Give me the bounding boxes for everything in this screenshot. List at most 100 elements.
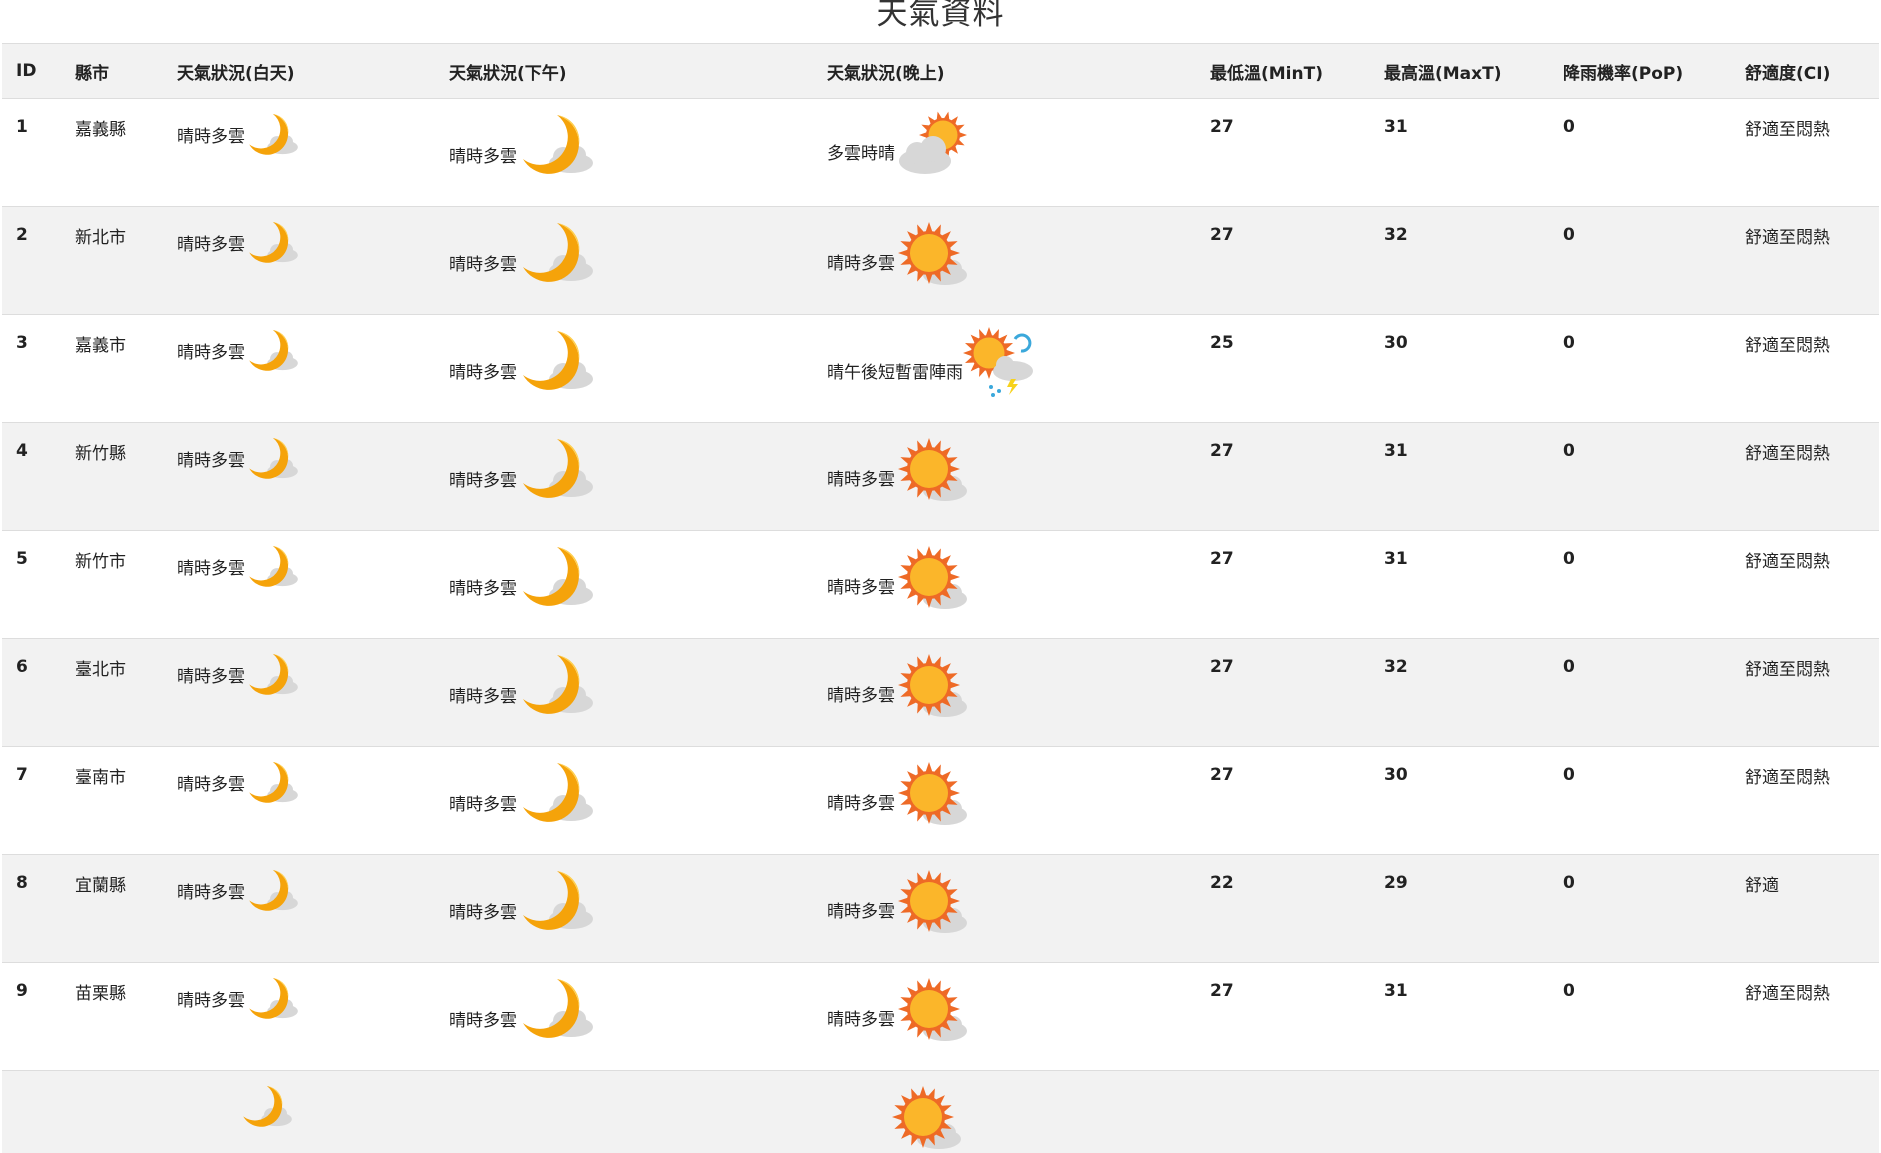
wx-day-text: 晴時多雲: [177, 338, 245, 363]
wx-afternoon-text: 晴時多雲: [449, 574, 517, 599]
row-max-temp: 31: [1370, 423, 1549, 531]
row-wx-afternoon: 晴時多雲: [435, 855, 813, 963]
row-ci: 舒適至悶熱: [1731, 639, 1879, 747]
row-wx-night: 晴時多雲: [813, 423, 1196, 531]
row-wx-day: 晴時多雲: [163, 99, 435, 207]
sun-cloud-icon: [895, 867, 971, 937]
wx-afternoon-text: 晴時多雲: [449, 790, 517, 815]
row-max-temp: 32: [1370, 639, 1549, 747]
row-min-temp: 27: [1196, 747, 1370, 855]
row-wx-night: 晴時多雲: [813, 963, 1196, 1071]
row-id: 6: [2, 639, 61, 747]
wx-night-text: 晴時多雲: [827, 897, 895, 922]
row-city: 新竹縣: [61, 423, 163, 531]
row-max-temp: 29: [1370, 855, 1549, 963]
row-pop: 0: [1549, 99, 1731, 207]
col-header-wx-night: 天氣狀況(晚上): [813, 44, 1196, 99]
row-id: 9: [2, 963, 61, 1071]
row-min-temp: 27: [1196, 207, 1370, 315]
row-pop: 0: [1549, 423, 1731, 531]
col-header-city: 縣市: [61, 44, 163, 99]
col-header-pop: 降雨機率(PoP): [1549, 44, 1731, 99]
row-wx-day: 晴時多雲: [163, 423, 435, 531]
row-min-temp: 27: [1196, 423, 1370, 531]
row-ci: 舒適至悶熱: [1731, 315, 1879, 423]
row-ci: 舒適至悶熱: [1731, 99, 1879, 207]
table-row: 6 臺北市 晴時多雲 晴時多雲 晴時多雲: [2, 639, 1879, 747]
wx-afternoon-text: 晴時多雲: [449, 1006, 517, 1031]
row-pop: 0: [1549, 963, 1731, 1071]
wx-night-text: 晴午後短暫雷陣雨: [827, 358, 963, 383]
wx-night-text: 多雲時晴: [827, 139, 895, 164]
table-header-row: ID 縣市 天氣狀況(白天) 天氣狀況(下午) 天氣狀況(晚上) 最低溫(Min…: [2, 44, 1879, 99]
wx-night-text: 晴時多雲: [827, 1005, 895, 1030]
row-wx-day: 晴時多雲: [163, 747, 435, 855]
row-wx-day: 晴時多雲: [163, 639, 435, 747]
sun-cloud-icon: [895, 435, 971, 505]
moon-cloud-icon: [517, 435, 599, 501]
wx-afternoon-text: 晴時多雲: [449, 898, 517, 923]
row-wx-night: 晴時多雲: [813, 639, 1196, 747]
row-wx-day: 晴時多雲: [163, 207, 435, 315]
moon-cloud-icon: [245, 975, 302, 1021]
row-wx-day: 晴時多雲: [163, 315, 435, 423]
wx-day-text: 晴時多雲: [177, 554, 245, 579]
row-city: 宜蘭縣: [61, 855, 163, 963]
row-min-temp: 22: [1196, 855, 1370, 963]
row-ci: 舒適至悶熱: [1731, 207, 1879, 315]
wx-day-text: 晴時多雲: [177, 230, 245, 255]
row-id: 1: [2, 99, 61, 207]
row-ci: 舒適: [1731, 855, 1879, 963]
weather-table: ID 縣市 天氣狀況(白天) 天氣狀況(下午) 天氣狀況(晚上) 最低溫(Min…: [2, 43, 1879, 1153]
wx-afternoon-text: 晴時多雲: [449, 358, 517, 383]
col-header-ci: 舒適度(CI): [1731, 44, 1879, 99]
moon-cloud-icon: [517, 327, 599, 393]
wx-day-text: 晴時多雲: [177, 770, 245, 795]
wx-day-text: 晴時多雲: [177, 878, 245, 903]
row-wx-night: 多雲時晴: [813, 99, 1196, 207]
moon-cloud-icon: [517, 975, 599, 1041]
wx-night-text: 晴時多雲: [827, 573, 895, 598]
table-row: 1 嘉義縣 晴時多雲 晴時多雲 多雲時晴: [2, 99, 1879, 207]
row-city: 臺南市: [61, 747, 163, 855]
moon-cloud-icon: [245, 651, 302, 697]
moon-cloud-icon: [245, 867, 302, 913]
row-pop: 0: [1549, 207, 1731, 315]
moon-cloud-icon: [517, 111, 599, 177]
table-row-partial: [2, 1071, 1879, 1153]
row-wx-night: 晴時多雲: [813, 855, 1196, 963]
col-header-max-temp: 最高溫(MaxT): [1370, 44, 1549, 99]
table-row: 7 臺南市 晴時多雲 晴時多雲 晴時多雲: [2, 747, 1879, 855]
wx-afternoon-text: 晴時多雲: [449, 466, 517, 491]
row-wx-afternoon: 晴時多雲: [435, 315, 813, 423]
row-city: 苗栗縣: [61, 963, 163, 1071]
row-city: 新北市: [61, 207, 163, 315]
row-wx-afternoon: 晴時多雲: [435, 639, 813, 747]
row-id: 5: [2, 531, 61, 639]
col-header-id: ID: [2, 44, 61, 99]
row-max-temp: 31: [1370, 531, 1549, 639]
row-max-temp: 31: [1370, 99, 1549, 207]
row-wx-day: 晴時多雲: [163, 963, 435, 1071]
row-ci: 舒適至悶熱: [1731, 531, 1879, 639]
row-id: 4: [2, 423, 61, 531]
col-header-min-temp: 最低溫(MinT): [1196, 44, 1370, 99]
col-header-wx-afternoon: 天氣狀況(下午): [435, 44, 813, 99]
row-wx-afternoon: 晴時多雲: [435, 747, 813, 855]
table-row: 5 新竹市 晴時多雲 晴時多雲 晴時多雲: [2, 531, 1879, 639]
row-wx-night: 晴午後短暫雷陣雨: [813, 315, 1196, 423]
wx-day-text: 晴時多雲: [177, 122, 245, 147]
wx-day-text: 晴時多雲: [177, 986, 245, 1011]
sun-cloud-icon: [895, 543, 971, 613]
row-wx-afternoon: 晴時多雲: [435, 531, 813, 639]
sun-cloud-icon: [889, 1083, 965, 1153]
moon-cloud-icon: [239, 1083, 296, 1129]
row-wx-day: 晴時多雲: [163, 855, 435, 963]
row-wx-afternoon: 晴時多雲: [435, 99, 813, 207]
table-row: 2 新北市 晴時多雲 晴時多雲 晴時多雲: [2, 207, 1879, 315]
wx-night-text: 晴時多雲: [827, 789, 895, 814]
row-pop: 0: [1549, 531, 1731, 639]
row-city: 嘉義縣: [61, 99, 163, 207]
moon-cloud-icon: [245, 219, 302, 265]
moon-cloud-icon: [517, 759, 599, 825]
